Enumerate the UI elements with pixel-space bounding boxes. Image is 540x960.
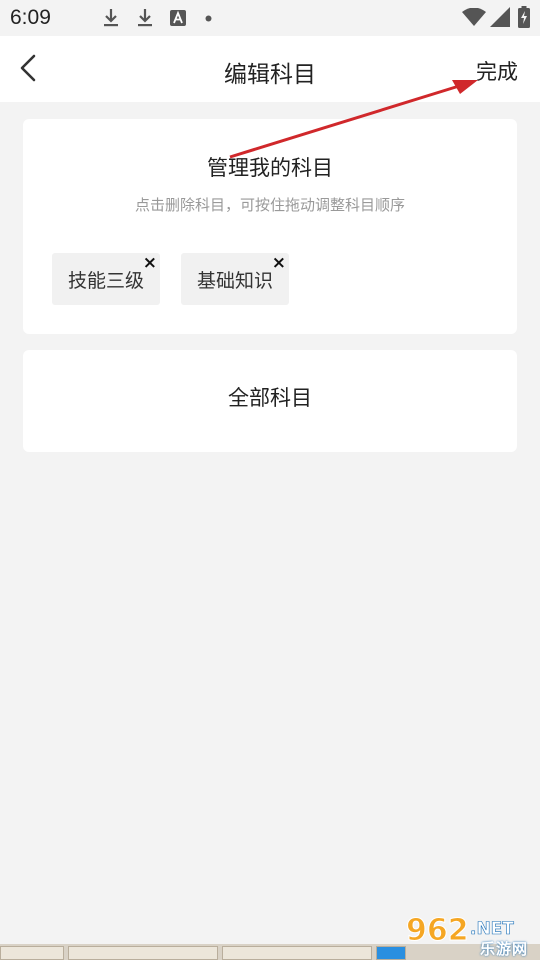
my-subjects-title: 管理我的科目 [207,156,333,180]
all-subjects-title: 全部科目 [228,386,312,410]
watermark-text: 乐游网 [479,940,528,958]
text-a-icon [170,10,186,26]
wifi-icon [462,8,486,26]
signal-icon [490,7,510,27]
status-bar: 6:09 [0,0,540,36]
remove-subject-icon[interactable]: × [272,254,286,272]
status-time: 6:09 [10,6,51,29]
svg-text:962: 962 [406,913,469,948]
subject-tag-label: 基础知识 [196,269,273,292]
my-subjects-hint: 点击删除科目，可按住拖动调整科目顺序 [134,196,405,214]
dot-icon [205,15,212,22]
all-subjects-card: 全部科目 [23,350,517,452]
download-icon [138,9,152,27]
subject-tag-basic-knowledge[interactable]: 基础知识 × [181,253,289,305]
download-icon [104,9,118,27]
header-bar: 编辑科目 完成 [0,36,540,102]
thumbnail [222,946,372,960]
thumbnail [0,946,64,960]
my-subjects-card: 管理我的科目 点击删除科目，可按住拖动调整科目顺序 技能三级 × 基础知识 × [23,119,517,334]
remove-subject-icon[interactable]: × [143,254,157,272]
done-button[interactable]: 完成 [476,56,518,86]
subject-tag-skill-level-3[interactable]: 技能三级 × [52,253,160,305]
svg-text:.NET: .NET [470,919,514,939]
thumbnail [68,946,218,960]
battery-charging-icon [518,6,530,28]
subject-tag-label: 技能三级 [67,269,144,292]
page-title: 编辑科目 [224,62,316,88]
